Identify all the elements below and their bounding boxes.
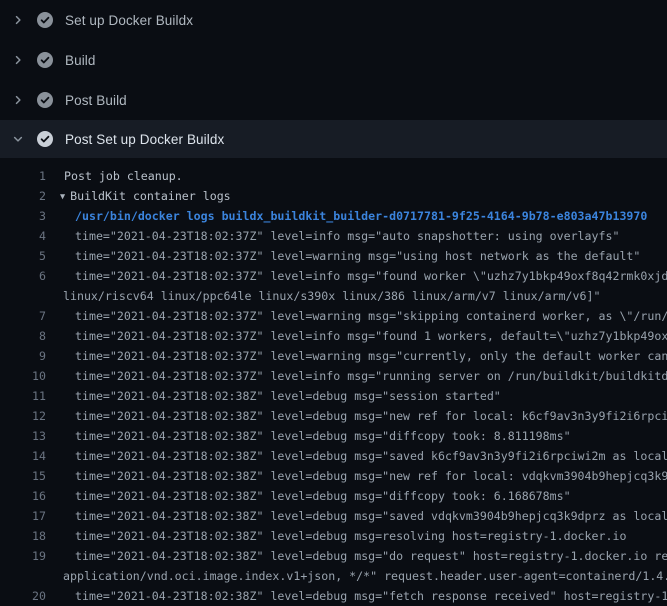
log-line-number[interactable]: 20: [0, 586, 46, 606]
log-line-number[interactable]: 11: [0, 386, 46, 406]
log-line-number: [0, 286, 46, 306]
log-line: 18time="2021-04-23T18:02:38Z" level=debu…: [0, 526, 667, 546]
log-line-number[interactable]: 12: [0, 406, 46, 426]
log-line: 15time="2021-04-23T18:02:38Z" level=debu…: [0, 466, 667, 486]
log-panel: 1Post job cleanup.2 ▼ BuildKit container l…: [0, 158, 667, 606]
log-line: 7time="2021-04-23T18:02:37Z" level=warni…: [0, 306, 667, 326]
log-line-number[interactable]: 5: [0, 246, 46, 266]
step-label: Set up Docker Buildx: [65, 13, 193, 28]
log-line: 6time="2021-04-23T18:02:37Z" level=info …: [0, 266, 667, 286]
log-line: 12time="2021-04-23T18:02:38Z" level=debu…: [0, 406, 667, 426]
log-text: time="2021-04-23T18:02:38Z" level=debug …: [46, 486, 667, 506]
log-line: 17time="2021-04-23T18:02:38Z" level=debu…: [0, 506, 667, 526]
check-circle-icon: [37, 131, 53, 147]
log-line-number[interactable]: 14: [0, 446, 46, 466]
log-line: 5time="2021-04-23T18:02:37Z" level=warni…: [0, 246, 667, 266]
log-line-number[interactable]: 1: [0, 166, 46, 186]
log-line-number[interactable]: 4: [0, 226, 46, 246]
step-header-post-build[interactable]: Post Build: [0, 80, 667, 120]
log-line-number[interactable]: 7: [0, 306, 46, 326]
group-collapse-toggle-icon[interactable]: ▼: [60, 187, 65, 206]
chevron-down-icon: [12, 133, 24, 145]
chevron-right-icon: [12, 14, 24, 26]
log-line: 8time="2021-04-23T18:02:37Z" level=info …: [0, 326, 667, 346]
log-line: 11time="2021-04-23T18:02:38Z" level=debu…: [0, 386, 667, 406]
log-line: 9time="2021-04-23T18:02:37Z" level=warni…: [0, 346, 667, 366]
log-line-number[interactable]: 3: [0, 206, 46, 226]
log-line-number[interactable]: 10: [0, 366, 46, 386]
step-header-post-set-up-docker-buildx[interactable]: Post Set up Docker Buildx: [0, 120, 667, 158]
log-text: time="2021-04-23T18:02:38Z" level=debug …: [46, 526, 667, 546]
log-line-number[interactable]: 8: [0, 326, 46, 346]
step-header-build[interactable]: Build: [0, 40, 667, 80]
log-text: time="2021-04-23T18:02:38Z" level=debug …: [46, 546, 667, 566]
log-line: 13time="2021-04-23T18:02:38Z" level=debu…: [0, 426, 667, 446]
log-text: time="2021-04-23T18:02:38Z" level=debug …: [46, 586, 667, 606]
log-group-header[interactable]: ▼ BuildKit container logs: [46, 186, 667, 206]
log-text: application/vnd.oci.image.index.v1+json,…: [46, 566, 667, 586]
check-circle-icon: [37, 52, 53, 68]
log-text: time="2021-04-23T18:02:37Z" level=info m…: [46, 326, 667, 346]
log-line-number[interactable]: 9: [0, 346, 46, 366]
log-text: time="2021-04-23T18:02:38Z" level=debug …: [46, 426, 667, 446]
log-line: 10time="2021-04-23T18:02:37Z" level=info…: [0, 366, 667, 386]
log-text: time="2021-04-23T18:02:37Z" level=info m…: [46, 266, 667, 286]
chevron-right-icon: [12, 54, 24, 66]
log-line-number[interactable]: 15: [0, 466, 46, 486]
log-line: 16time="2021-04-23T18:02:38Z" level=debu…: [0, 486, 667, 506]
log-line: 4time="2021-04-23T18:02:37Z" level=info …: [0, 226, 667, 246]
log-line: 2 ▼ BuildKit container logs: [0, 186, 667, 206]
log-line: linux/riscv64 linux/ppc64le linux/s390x …: [0, 286, 667, 306]
log-line-number[interactable]: 18: [0, 526, 46, 546]
log-line: 19time="2021-04-23T18:02:38Z" level=debu…: [0, 546, 667, 566]
log-text: time="2021-04-23T18:02:38Z" level=debug …: [46, 446, 667, 466]
log-text: Post job cleanup.: [46, 166, 667, 186]
log-text: time="2021-04-23T18:02:38Z" level=debug …: [46, 466, 667, 486]
log-text: linux/riscv64 linux/ppc64le linux/s390x …: [46, 286, 667, 306]
log-line-number[interactable]: 19: [0, 546, 46, 566]
log-line-number[interactable]: 16: [0, 486, 46, 506]
step-label: Post Set up Docker Buildx: [65, 132, 224, 147]
log-line-number[interactable]: 2: [0, 186, 46, 206]
log-line: 20time="2021-04-23T18:02:38Z" level=debu…: [0, 586, 667, 606]
check-circle-icon: [37, 12, 53, 28]
log-line: application/vnd.oci.image.index.v1+json,…: [0, 566, 667, 586]
log-command-text: /usr/bin/docker logs buildx_buildkit_bui…: [46, 206, 667, 226]
log-text: time="2021-04-23T18:02:37Z" level=warnin…: [46, 246, 667, 266]
step-label: Build: [65, 53, 96, 68]
log-line-number[interactable]: 13: [0, 426, 46, 446]
log-line: 3/usr/bin/docker logs buildx_buildkit_bu…: [0, 206, 667, 226]
log-text: time="2021-04-23T18:02:37Z" level=warnin…: [46, 346, 667, 366]
log-line-number[interactable]: 17: [0, 506, 46, 526]
log-text: time="2021-04-23T18:02:38Z" level=debug …: [46, 406, 667, 426]
log-line-number[interactable]: 6: [0, 266, 46, 286]
log-line-number: [0, 566, 46, 586]
log-line: 1Post job cleanup.: [0, 166, 667, 186]
log-text: time="2021-04-23T18:02:38Z" level=debug …: [46, 386, 667, 406]
check-circle-icon: [37, 92, 53, 108]
log-text: time="2021-04-23T18:02:38Z" level=debug …: [46, 506, 667, 526]
step-label: Post Build: [65, 93, 127, 108]
log-line: 14time="2021-04-23T18:02:38Z" level=debu…: [0, 446, 667, 466]
step-header-set-up-docker-buildx[interactable]: Set up Docker Buildx: [0, 0, 667, 40]
log-text: time="2021-04-23T18:02:37Z" level=warnin…: [46, 306, 667, 326]
chevron-right-icon: [12, 94, 24, 106]
log-group-label: BuildKit container logs: [70, 189, 231, 203]
log-text: time="2021-04-23T18:02:37Z" level=info m…: [46, 226, 667, 246]
log-text: time="2021-04-23T18:02:37Z" level=info m…: [46, 366, 667, 386]
steps-list: Set up Docker Buildx Build Post Build Post …: [0, 0, 667, 158]
